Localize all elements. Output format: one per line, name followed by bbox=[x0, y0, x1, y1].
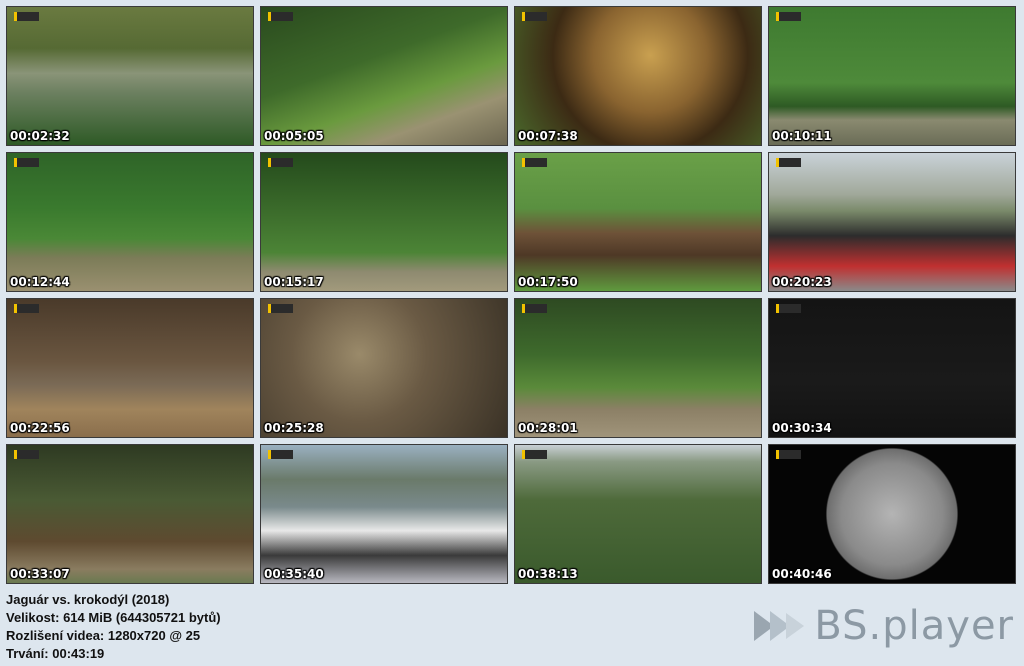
thumbnail-timestamp: 00:02:32 bbox=[10, 129, 70, 143]
video-size: Velikost: 614 MiB (644305721 bytů) bbox=[6, 610, 221, 625]
video-thumbnail: 00:33:07 bbox=[6, 444, 254, 584]
thumbnail-timestamp: 00:15:17 bbox=[264, 275, 324, 289]
natgeo-wild-icon bbox=[268, 304, 293, 313]
thumbnail-timestamp: 00:28:01 bbox=[518, 421, 578, 435]
thumbnail-timestamp: 00:07:38 bbox=[518, 129, 578, 143]
video-title: Jaguár vs. krokodýl (2018) bbox=[6, 592, 170, 607]
video-thumbnail: 00:07:38 bbox=[514, 6, 762, 146]
video-thumbnail: 00:35:40 bbox=[260, 444, 508, 584]
thumbnail-timestamp: 00:05:05 bbox=[264, 129, 324, 143]
bsplayer-brand: BS.player bbox=[750, 603, 1014, 649]
video-info: Jaguár vs. krokodýl (2018) Velikost: 614… bbox=[6, 591, 221, 663]
natgeo-wild-icon bbox=[776, 450, 801, 459]
natgeo-wild-icon bbox=[14, 304, 39, 313]
video-thumbnail: 00:20:23 bbox=[768, 152, 1016, 292]
thumbnail-timestamp: 00:38:13 bbox=[518, 567, 578, 581]
thumbnail-timestamp: 00:12:44 bbox=[10, 275, 70, 289]
video-thumbnail: 00:22:56 bbox=[6, 298, 254, 438]
video-thumbnail: 00:30:34 bbox=[768, 298, 1016, 438]
natgeo-wild-icon bbox=[776, 158, 801, 167]
natgeo-wild-icon bbox=[522, 304, 547, 313]
video-thumbnail: 00:25:28 bbox=[260, 298, 508, 438]
video-thumbnail: 00:12:44 bbox=[6, 152, 254, 292]
bsplayer-logo-text: BS.player bbox=[814, 603, 1014, 649]
video-thumbnail: 00:15:17 bbox=[260, 152, 508, 292]
natgeo-wild-icon bbox=[268, 450, 293, 459]
video-thumbnail: 00:40:46 bbox=[768, 444, 1016, 584]
video-resolution: Rozlišení videa: 1280x720 @ 25 bbox=[6, 628, 201, 643]
video-thumbnail: 00:10:11 bbox=[768, 6, 1016, 146]
thumbnail-grid: 00:02:32 00:05:05 00:07:38 00:10:11 00:12:44… bbox=[6, 6, 1016, 584]
thumbnail-timestamp: 00:22:56 bbox=[10, 421, 70, 435]
thumbnail-timestamp: 00:30:34 bbox=[772, 421, 832, 435]
video-thumbnail: 00:28:01 bbox=[514, 298, 762, 438]
natgeo-wild-icon bbox=[14, 158, 39, 167]
natgeo-wild-icon bbox=[14, 12, 39, 21]
thumbnail-timestamp: 00:35:40 bbox=[264, 567, 324, 581]
thumbnail-timestamp: 00:40:46 bbox=[772, 567, 832, 581]
natgeo-wild-icon bbox=[776, 304, 801, 313]
thumbnail-timestamp: 00:25:28 bbox=[264, 421, 324, 435]
video-duration: Trvání: 00:43:19 bbox=[6, 646, 105, 661]
video-thumbnail: 00:02:32 bbox=[6, 6, 254, 146]
natgeo-wild-icon bbox=[268, 12, 293, 21]
natgeo-wild-icon bbox=[14, 450, 39, 459]
thumbnail-timestamp: 00:10:11 bbox=[772, 129, 832, 143]
natgeo-wild-icon bbox=[522, 450, 547, 459]
thumbnail-timestamp: 00:17:50 bbox=[518, 275, 578, 289]
video-thumbnail: 00:05:05 bbox=[260, 6, 508, 146]
thumbnail-timestamp: 00:33:07 bbox=[10, 567, 70, 581]
thumbnail-timestamp: 00:20:23 bbox=[772, 275, 832, 289]
natgeo-wild-icon bbox=[776, 12, 801, 21]
natgeo-wild-icon bbox=[268, 158, 293, 167]
natgeo-wild-icon bbox=[522, 12, 547, 21]
video-thumbnail: 00:17:50 bbox=[514, 152, 762, 292]
natgeo-wild-icon bbox=[522, 158, 547, 167]
video-thumbnail: 00:38:13 bbox=[514, 444, 762, 584]
bsplayer-logo-icon bbox=[750, 603, 814, 649]
